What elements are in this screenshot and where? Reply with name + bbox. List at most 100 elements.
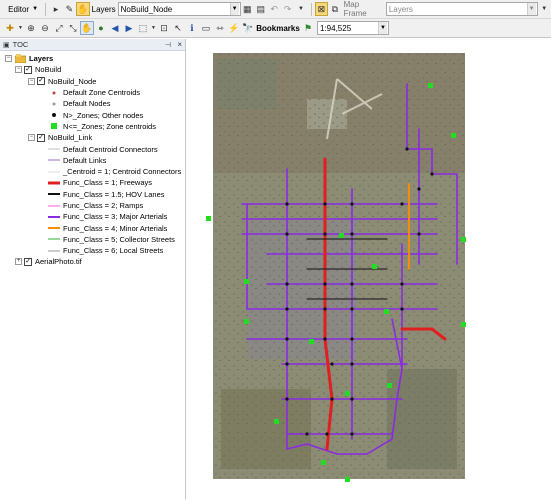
separator [45,2,47,16]
legend-label: Func_Class = 1; Freeways [63,178,152,188]
legend-node-item: N<=_Zones; Zone centroids [0,121,185,132]
node-symbol-icon [48,89,60,97]
chevron-down-icon[interactable]: ▼ [538,2,551,16]
legend-node-item: Default Nodes [0,98,185,109]
legend-link-item: Func_Class = 3; Major Arterials [0,211,185,222]
tree-row-layers[interactable]: − Layers [0,53,185,64]
checkbox[interactable]: ✓ [37,77,45,86]
bookmarks-menu[interactable]: Bookmarks [255,21,301,36]
back-arrow-icon[interactable]: ◀ [108,21,122,35]
chevron-down-icon: ▼ [526,3,536,15]
node-symbol-icon [48,122,60,130]
measure-icon[interactable]: ⇿ [213,21,227,35]
full-extent-icon[interactable]: ● [94,21,108,35]
collapse-icon[interactable]: − [5,55,12,63]
legend-label: Func_Class = 4; Minor Arterials [63,223,168,233]
undo-icon[interactable]: ↶ [267,2,280,16]
chevron-down-icon: ▼ [229,3,239,15]
legend-node-item: N>_Zones; Other nodes [0,109,185,120]
chevron-down-icon[interactable]: ▼ [294,2,307,16]
close-icon[interactable]: × [177,40,182,49]
legend-label: Default Nodes [63,99,111,109]
node-symbol-icon [48,100,60,108]
grid-icon[interactable]: ▤ [254,2,267,16]
line-symbol-icon [48,179,60,187]
tools-toolbar: ✚ ▼ ⊕ ⊖ ⤢ ⤡ ✋ ● ◀ ▶ ⬚ ▼ ⊡ ↖ ℹ ▭ ⇿ ⚡ 🔭 Bo… [0,19,551,38]
legend-label: Default Centroid Connectors [63,144,158,154]
zoom-out-icon[interactable]: ⊖ [38,21,52,35]
pin-icon[interactable]: ⊣ [165,41,171,49]
tree-row-link-layer[interactable]: − ✓ NoBuild_Link [0,132,185,143]
forward-arrow-icon[interactable]: ▶ [122,21,136,35]
zoom-in-icon[interactable]: ⊕ [24,21,38,35]
legend-label: Func_Class = 6; Local Streets [63,246,164,256]
collapse-icon[interactable]: − [15,66,22,74]
editor-menu-button[interactable]: Editor ▼ [4,2,43,17]
line-symbol-icon [48,145,60,153]
line-symbol-icon [48,235,60,243]
toc-window-icon: ▣ [3,41,10,49]
checkbox[interactable]: ✓ [24,257,32,266]
legend-label: Func_Class = 1.5; HOV Lanes [63,189,165,199]
aerial-photo [213,53,465,479]
tree-row-aerial[interactable]: + ✓ AerialPhoto.tif [0,256,185,267]
layer-label: AerialPhoto.tif [35,257,82,267]
data-frame-tool-icon[interactable]: ⊠ [314,2,329,16]
layer-label: NoBuild_Node [48,76,97,86]
tree-row-node-layer[interactable]: − ✓ NoBuild_Node [0,76,185,87]
checkbox[interactable]: ✓ [37,133,45,142]
flag-icon[interactable]: ⚑ [301,21,315,35]
legend-label: Func_Class = 3; Major Arterials [63,212,168,222]
select-features-icon[interactable]: ⬚ [136,21,150,35]
legend-link-item: Func_Class = 5; Collector Streets [0,234,185,245]
legend-node-item: Default Zone Centroids [0,87,185,98]
select-elements-icon[interactable]: ↖ [171,21,185,35]
separator [310,2,312,16]
fixed-zoom-in-icon[interactable]: ⤢ [52,21,66,35]
checkbox[interactable]: ✓ [24,65,32,74]
editor-label: Editor [8,4,30,14]
clear-selection-icon[interactable]: ⊡ [157,21,171,35]
toc-title: TOC [12,40,29,49]
find-icon[interactable]: 🔭 [241,21,255,35]
toc-panel: ▣ TOC ⊣ × − Layers − ✓ NoBuild − ✓ NoBui… [0,39,186,499]
map-frame-value: Layers [388,4,413,14]
layer-label: NoBuild_Link [48,133,93,143]
layer-dropdown[interactable]: NoBuild_Node ▼ [117,2,241,16]
legend-link-item: Default Centroid Connectors [0,143,185,154]
fixed-zoom-out-icon[interactable]: ⤡ [66,21,80,35]
sketch-tool-icon[interactable]: ✋ [76,2,90,16]
chevron-down-icon: ▼ [32,6,39,12]
node-symbol-icon [48,111,60,119]
html-popup-icon[interactable]: ▭ [199,21,213,35]
map-view[interactable] [187,39,551,499]
map-canvas[interactable] [187,39,551,499]
table-icon[interactable]: ▦ [241,2,254,16]
line-symbol-icon [48,156,60,164]
add-data-icon[interactable]: ✚ [3,21,17,35]
map-frame-icon[interactable]: ⧉ [328,2,341,16]
expand-icon[interactable]: + [15,258,22,266]
pencil-icon[interactable]: ✎ [63,2,76,16]
collapse-icon[interactable]: − [28,134,35,142]
group-label: NoBuild [35,65,62,75]
legend-label: _Centroid = 1; Centroid Connectors [63,167,182,177]
chevron-down-icon[interactable]: ▼ [150,21,157,35]
legend-link-item: Func_Class = 1.5; HOV Lanes [0,189,185,200]
legend-link-item: Func_Class = 1; Freeways [0,177,185,188]
pan-icon[interactable]: ✋ [80,21,94,35]
line-symbol-icon [48,224,60,232]
map-frame-dropdown[interactable]: Layers ▼ [385,2,538,16]
identify-icon[interactable]: ℹ [185,21,199,35]
layers-label: Layers [91,4,116,14]
tree-row-nobuild[interactable]: − ✓ NoBuild [0,64,185,75]
redo-icon[interactable]: ↷ [281,2,294,16]
legend-link-item: Func_Class = 2; Ramps [0,200,185,211]
chevron-down-icon[interactable]: ▼ [17,21,24,35]
layer-dropdown-value: NoBuild_Node [120,4,173,14]
map-frame-label: Map Frame [343,0,367,18]
scale-dropdown[interactable]: 1:94,525 ▼ [317,21,389,35]
hyperlink-icon[interactable]: ⚡ [227,21,241,35]
edit-tool-icon[interactable]: ▸ [49,2,62,16]
collapse-icon[interactable]: − [28,77,35,85]
